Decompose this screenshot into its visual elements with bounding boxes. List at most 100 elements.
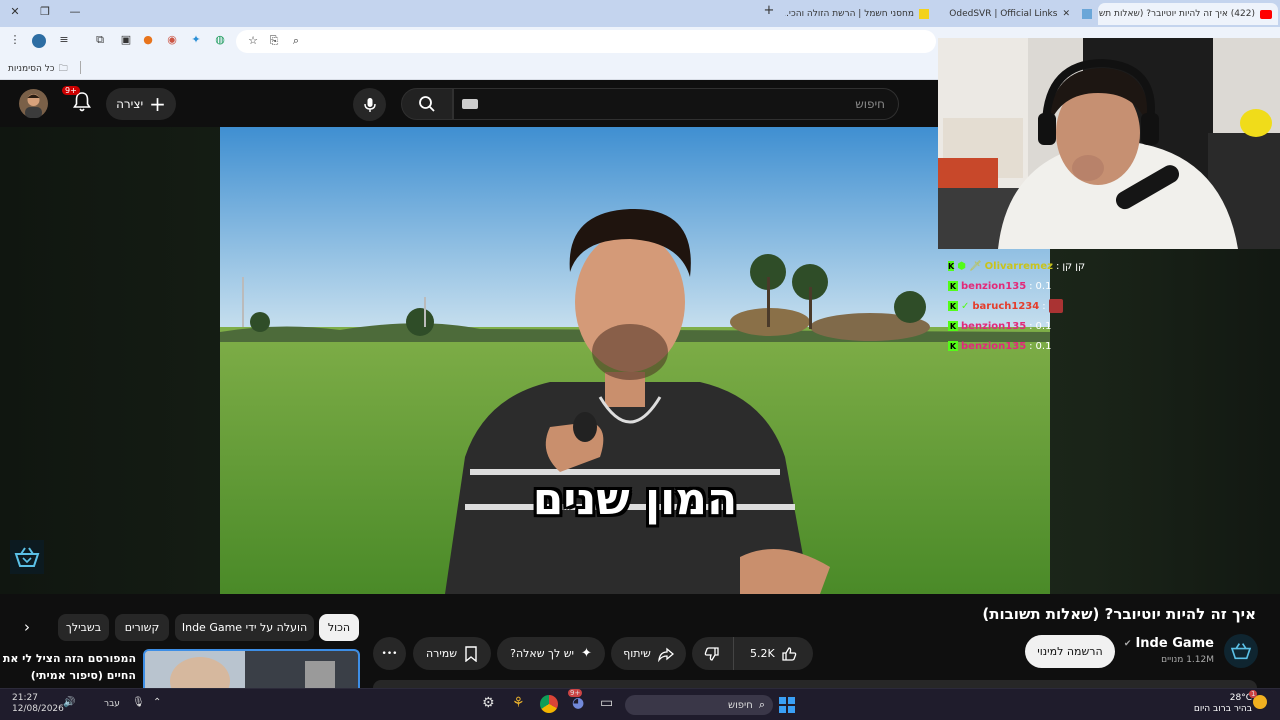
address-bar[interactable]: ☆ ⎘ ⌕ [236,30,936,53]
chat-message: K benzion135 : 0.1 [948,340,1052,352]
tab-youtube[interactable]: (422) איך זה להיות יוטיובר? (שאלות תשובו… [1098,3,1278,25]
search-placeholder: חיפוש [855,97,885,111]
tab-title: OdedSVR | Official Links [949,9,1058,19]
basket-logo-icon [14,547,40,567]
chat-message: K ✓ baruch1234 : [948,296,1078,316]
more-actions-button[interactable]: ••• [373,637,406,670]
settings-icon[interactable]: ⚙ [482,695,495,711]
keyboard-icon[interactable] [462,99,478,109]
extension-icon[interactable]: ✦ [188,33,204,46]
tab-electric[interactable]: מחסני חשמל | הרשת הזולה והכי... ✕ [785,3,935,25]
suggested-video-title[interactable]: המפורסם הזה הציל לי את החיים (סיפור אמית… [3,650,136,684]
share-label: שיתוף [623,647,651,660]
chevron-up-icon[interactable]: ⌃ [153,697,161,708]
chip-related[interactable]: קשורים [115,614,169,641]
weather-desc: בהיר ברוב היום [1193,704,1252,714]
basket-logo-icon [1230,643,1252,660]
notifications-button[interactable]: 9+ [62,86,94,114]
create-button[interactable]: + יצירה [106,88,176,120]
taskbar-search[interactable]: ⌕ חיפוש [625,695,773,715]
video-player[interactable]: המון שנים [220,127,1050,594]
weather-widget[interactable]: 28°C בהיר ברוב היום [1194,693,1252,715]
discord-icon[interactable]: ◕ [572,695,584,711]
app-icon[interactable]: ⚘ [512,695,525,711]
channel-name-row[interactable]: ✔ Inde Game [1124,636,1214,651]
taskbar-search-label: חיפוש [728,699,753,711]
folder-icon: 🗀 [58,64,68,74]
search-input[interactable]: חיפוש [453,88,899,120]
suggested-title-line: המפורסם הזה הציל לי את [2,652,136,665]
watch-metadata: איך זה להיות יוטיובר? (שאלות תשובות) ✔ I… [0,594,1280,690]
all-bookmarks-button[interactable]: כל הסימניות 🗀 [8,61,68,77]
dislike-button[interactable] [692,637,733,670]
voice-search-button[interactable] [353,88,386,121]
send-to-device-icon[interactable]: ⎘ [266,34,282,48]
media-control-icon[interactable]: ≡ [56,33,72,46]
like-button[interactable]: 5.2K [732,637,813,670]
search-button[interactable] [401,88,453,120]
tab-title: (422) איך זה להיות יוטיובר? (שאלות תשובו… [1098,9,1255,19]
channel-watermark[interactable] [10,540,44,574]
webcam-overlay [938,38,1280,249]
share-button[interactable]: שיתוף [611,637,686,670]
extension-icon[interactable]: ◍ [212,33,228,46]
account-avatar[interactable] [19,89,48,118]
extension-icon[interactable]: ▣ [118,33,134,46]
subscriber-count: 1.12M מנויים [1161,655,1214,665]
new-tab-button[interactable]: + [760,3,778,18]
clock[interactable]: 21:27 12/08/2026 [12,693,64,715]
kick-badge-icon: K [948,261,955,271]
chat-text: קן קן [1062,260,1086,272]
microphone-icon[interactable]: 🎙 [132,697,145,708]
zoom-icon[interactable]: ⌕ [288,34,304,48]
restore-window-icon[interactable]: ❐ [36,5,54,18]
save-label: שמירה [425,647,458,660]
tab-odedsvr[interactable]: ✕ OdedSVR | Official Links [938,3,1076,25]
language-indicator[interactable]: עבר [104,699,120,709]
divider [80,61,81,74]
notification-badge: 9+ [62,86,80,95]
kick-badge-icon: K [948,281,958,291]
save-button[interactable]: שמירה [413,637,491,670]
tab-close-icon[interactable]: ✕ [1062,9,1070,19]
chat-message: K ⬢ 🗡 Olivarremez : קן קן [948,260,1086,272]
search-icon: ⌕ [758,698,765,711]
chat-username: benzion135 [961,320,1027,332]
volume-icon[interactable]: 🔊 [63,697,75,708]
chevron-right-icon[interactable]: › [24,618,30,636]
menu-dots-icon[interactable]: ⋮ [7,33,23,46]
chat-text: 0.1 [1035,320,1052,332]
browser-tab-bar: ✕ ❐ — (422) איך זה להיות יוטיובר? (שאלות… [0,0,1280,27]
create-label: יצירה [116,97,144,111]
webcam-frame [938,38,1280,249]
extension-icon[interactable]: ◉ [164,33,180,46]
file-explorer-icon[interactable]: ▭ [600,695,613,711]
chip-uploaded-by[interactable]: הועלה על ידי Inde Game [175,614,314,641]
ask-button[interactable]: ✦ יש לך שאלה? [497,637,605,670]
all-bookmarks-label: כל הסימניות [8,64,55,74]
video-title: איך זה להיות יוטיובר? (שאלות תשובות) [982,605,1256,623]
chat-text: 0.1 [1035,280,1052,292]
minimize-window-icon[interactable]: — [66,5,84,18]
chip-all[interactable]: הכול [319,614,359,641]
chip-for-you[interactable]: בשבילך [58,614,109,641]
profile-avatar[interactable] [32,34,46,48]
thumbs-up-icon [782,646,796,661]
subscribe-button[interactable]: הרשמה למינוי [1025,635,1115,668]
chat-message: K benzion135 : 0.1 [948,320,1052,332]
chrome-icon[interactable] [540,695,558,713]
close-window-icon[interactable]: ✕ [6,5,24,18]
extensions-icon[interactable]: ⧉ [92,33,108,47]
like-dislike-group: 5.2K [692,637,813,670]
chat-username: benzion135 [961,280,1027,292]
microphone-icon [363,97,376,112]
extension-icon[interactable]: ● [140,33,156,46]
video-caption: המון שנים [532,474,738,525]
clock-time: 21:27 [12,693,38,703]
bookmark-star-icon[interactable]: ☆ [245,34,261,47]
windows-start-icon[interactable] [779,697,795,713]
tab-2[interactable] [1076,3,1098,25]
kick-badge-icon: K [948,301,958,311]
channel-avatar[interactable] [1224,634,1258,668]
suggested-video-thumbnail[interactable] [143,649,360,688]
